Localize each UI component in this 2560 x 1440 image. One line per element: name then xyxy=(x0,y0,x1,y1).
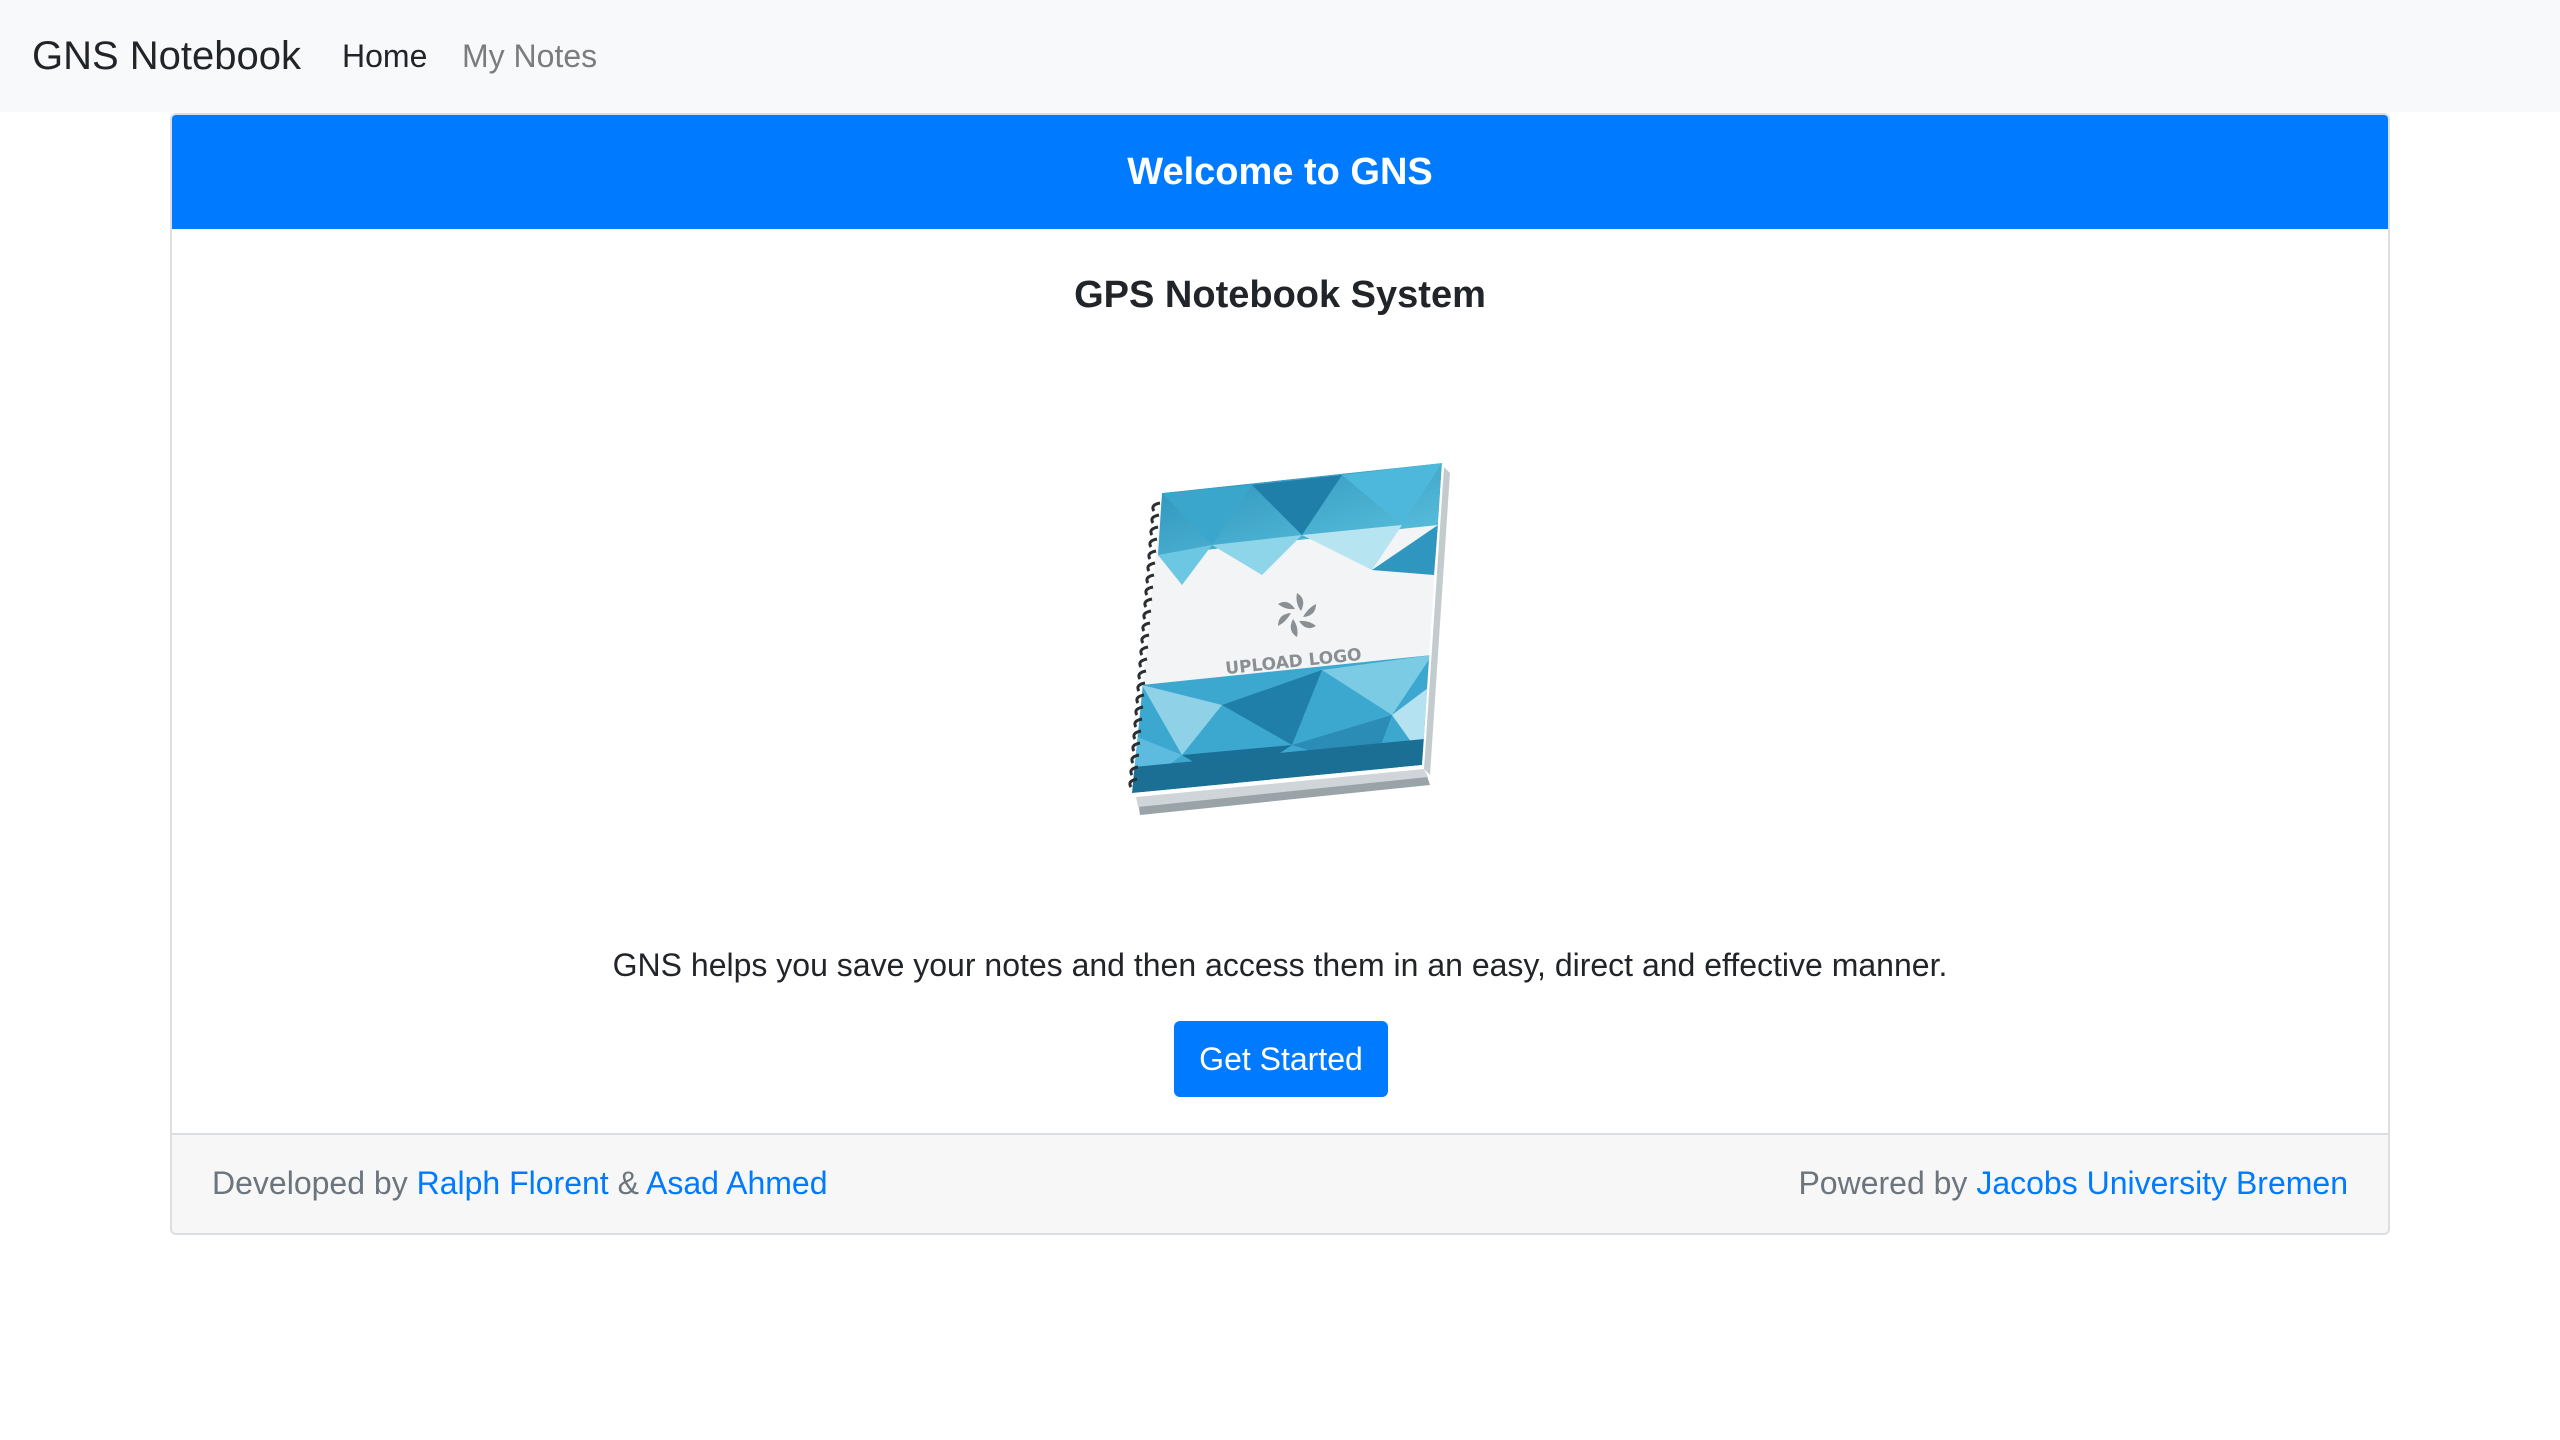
description-text: GNS helps you save your notes and then a… xyxy=(612,947,1948,983)
powered-by: Powered by Jacobs University Bremen xyxy=(1798,1135,2348,1231)
card-title: GPS Notebook System xyxy=(1074,274,1486,316)
card-footer: Developed by Ralph Florent & Asad Ahmed … xyxy=(172,1133,2388,1233)
developed-by: Developed by Ralph Florent & Asad Ahmed xyxy=(212,1135,827,1231)
navbar: GNS Notebook Home My Notes xyxy=(0,0,2560,112)
author-link-asad-ahmed[interactable]: Asad Ahmed xyxy=(646,1165,827,1201)
developed-by-label: Developed by xyxy=(212,1165,417,1201)
notebook-image: UPLOAD LOGO xyxy=(1128,463,1450,815)
get-started-button[interactable]: Get Started xyxy=(1174,1021,1388,1097)
author-separator: & xyxy=(608,1165,647,1201)
welcome-card: Welcome to GNS GPS Notebook System UPLOA… xyxy=(170,113,2390,1235)
nav-link-my-notes[interactable]: My Notes xyxy=(462,32,597,80)
nav-link-home[interactable]: Home xyxy=(342,32,427,80)
powered-by-label: Powered by xyxy=(1798,1165,1977,1201)
org-link-jacobs-university[interactable]: Jacobs University Bremen xyxy=(1976,1165,2348,1201)
navbar-brand[interactable]: GNS Notebook xyxy=(32,28,301,84)
card-header: Welcome to GNS xyxy=(172,115,2388,229)
author-link-ralph-florent[interactable]: Ralph Florent xyxy=(417,1165,609,1201)
